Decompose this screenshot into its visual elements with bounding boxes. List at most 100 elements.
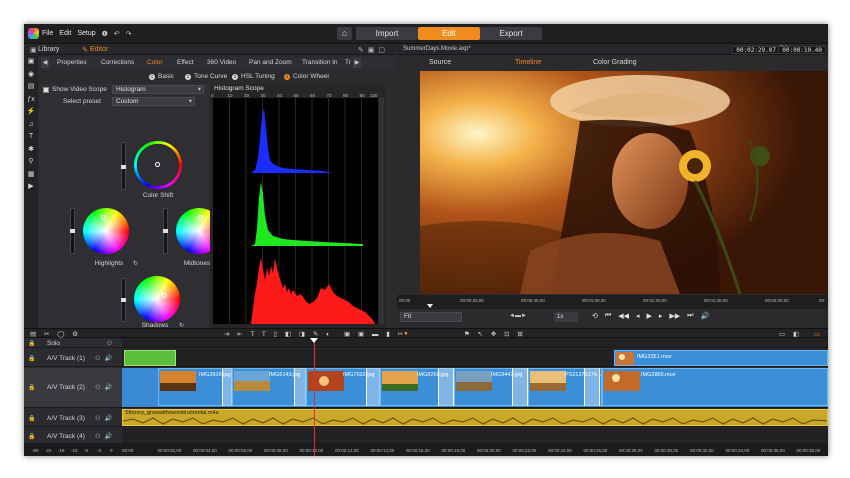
lock-icon[interactable]: 🔒: [28, 340, 35, 347]
tab-timeline[interactable]: Timeline: [515, 59, 541, 66]
home-icon[interactable]: ⌂: [337, 27, 352, 40]
color-shift-picker[interactable]: [155, 162, 160, 167]
zoom-fit-select[interactable]: Fit: [400, 312, 462, 322]
tabs-right-arrow-icon[interactable]: ▶: [353, 58, 361, 68]
slider-knob[interactable]: [163, 229, 168, 233]
timeline-edit-tools[interactable]: ⇥ ⇤ T T ▯ ◧ ◨ ✎ ◐: [224, 330, 333, 338]
green-clip[interactable]: [124, 350, 176, 366]
track-header-solo[interactable]: 🔒 Solo ⚇: [24, 338, 122, 348]
panel-tool-icons[interactable]: ✎▣▢: [358, 46, 389, 54]
track-view-audio-icons[interactable]: ⚇🔊: [95, 384, 116, 391]
redo-icon[interactable]: ↷: [126, 30, 132, 38]
undo-icon[interactable]: ↶: [114, 30, 120, 38]
midtones-picker[interactable]: [198, 215, 203, 220]
tab-color[interactable]: Color: [147, 59, 163, 66]
tab-effect[interactable]: Effect: [177, 59, 194, 66]
preset-select[interactable]: Custom: [112, 97, 195, 106]
track-view-audio-icons[interactable]: ⚇🔊: [95, 433, 116, 440]
edit-tab[interactable]: Edit: [418, 27, 480, 40]
export-arrow-icon[interactable]: ▶: [24, 181, 38, 194]
show-video-scope-row[interactable]: Show Video Scope: [43, 86, 107, 93]
shadows-slider[interactable]: [121, 278, 126, 322]
track-lane-av-3[interactable]: Sthoory_growwithmeinstrumental.m4a: [122, 409, 828, 427]
midtones-slider[interactable]: [163, 208, 168, 254]
video-preview[interactable]: [420, 71, 828, 294]
track-view-audio-icons[interactable]: ⚇🔊: [95, 415, 116, 422]
editor-tab[interactable]: Editor: [90, 46, 108, 53]
tab-properties[interactable]: Properties: [57, 59, 87, 66]
go-to-start-icon[interactable]: ⏮: [605, 312, 611, 320]
subtab-basic[interactable]: 1 Basic: [149, 73, 174, 80]
highlights-picker[interactable]: [101, 215, 106, 220]
timeline-playhead[interactable]: [314, 338, 315, 456]
timeline-marker-icon[interactable]: ●: [404, 330, 411, 337]
media-icon[interactable]: ▤: [24, 81, 38, 94]
tab-source[interactable]: Source: [429, 59, 451, 66]
track-view-audio-icons[interactable]: ⚇🔊: [95, 355, 116, 362]
transition-marker[interactable]: [512, 368, 528, 406]
timeline-clip[interactable]: IMG3916.jpg: [158, 368, 232, 406]
export-tab[interactable]: Export: [480, 27, 542, 40]
track-lane-av-4[interactable]: [122, 428, 828, 444]
timeline-view-active-icon[interactable]: ▭: [814, 330, 823, 338]
library-tab[interactable]: Library: [38, 46, 59, 53]
slider-knob[interactable]: [70, 229, 75, 233]
current-timecode[interactable]: 00:00:10.40: [778, 46, 826, 54]
frame-forward-icon[interactable]: ▸: [659, 312, 663, 320]
subtab-tone-curve[interactable]: 2 Tone Curve: [185, 73, 227, 80]
timeline-ruler[interactable]: -60 -22 -16 -10 -6 -3 0 00:00 00:00:02,00 00:00:…: [24, 444, 828, 456]
shadows-wheel[interactable]: [134, 276, 180, 322]
tabs-left-arrow-icon[interactable]: ◀: [41, 58, 49, 68]
title-icon[interactable]: T: [24, 131, 38, 144]
tab-transition-out[interactable]: Tr: [345, 59, 351, 66]
timeline-clip[interactable]: IMG2865.mov: [602, 368, 828, 406]
subtab-color-wheel[interactable]: 4 Color Wheel: [284, 73, 329, 80]
highlights-slider[interactable]: [70, 208, 75, 254]
track-lane-av-1[interactable]: IMG3351.mov: [122, 349, 828, 367]
montage-icon[interactable]: ▦: [24, 169, 38, 182]
lock-icon[interactable]: 🔒: [28, 384, 35, 391]
track-lane-av-2[interactable]: IMG3916.jpg IMG6143.jpg IMG7032.jpg IMG8…: [122, 368, 828, 408]
play-icon[interactable]: ▶: [646, 312, 651, 320]
timeline-snap-tools[interactable]: ⚑ ↖ ✥ ⊡ ⊞: [464, 330, 526, 338]
lock-icon[interactable]: 🔒: [28, 415, 35, 422]
track-header-av-1[interactable]: 🔒 A/V Track (1) ⚇🔊: [24, 349, 122, 367]
shadows-picker[interactable]: [162, 293, 167, 298]
color-icon[interactable]: ◉: [24, 69, 38, 82]
tab-360-video[interactable]: 360 Video: [207, 59, 236, 66]
timeline-clip[interactable]: IMG3351.mov: [614, 350, 828, 366]
solo-track-icons[interactable]: ⚇: [107, 340, 116, 347]
tab-transition-in[interactable]: Transition In: [302, 59, 338, 66]
video-editor-icon[interactable]: ▣: [24, 56, 38, 69]
transitions-icon[interactable]: ⚡: [24, 106, 38, 119]
effects-fx-icon[interactable]: ƒx: [24, 94, 38, 107]
scrubber-handle[interactable]: [427, 304, 433, 308]
subtab-hsl-tuning[interactable]: 3 HSL Tuning: [232, 73, 275, 80]
highlights-reset-icon[interactable]: ↻: [133, 260, 138, 267]
step-forward-icon[interactable]: ▶▶: [669, 312, 680, 320]
show-video-scope-checkbox[interactable]: [43, 86, 49, 93]
track-lane-solo[interactable]: [122, 338, 828, 348]
timeline-view-tools[interactable]: ▭ ◧: [779, 330, 802, 338]
lock-icon[interactable]: 🔒: [28, 433, 35, 440]
step-back-icon[interactable]: ◀◀: [618, 312, 629, 320]
volume-icon[interactable]: 🔊: [700, 312, 709, 320]
slider-knob[interactable]: [121, 165, 126, 169]
transition-marker[interactable]: [438, 368, 454, 406]
histogram-scrollbar[interactable]: [379, 98, 384, 324]
go-to-end-icon[interactable]: ⏭: [687, 312, 693, 320]
track-header-av-4[interactable]: 🔒 A/V Track (4) ⚇🔊: [24, 428, 122, 444]
timeline-left-tools[interactable]: ▤ ✂ ◯ ⚙: [30, 330, 81, 338]
lock-icon[interactable]: 🔒: [28, 355, 35, 362]
timeline-marker-tools[interactable]: ▣ ▣ ▬ ▮ ✂: [344, 330, 406, 338]
playback-speed[interactable]: 1x: [554, 312, 578, 322]
help-icon[interactable]: ❶: [102, 30, 108, 38]
preview-scrubber[interactable]: 00:00 00:00:20,00 00:00:40,00 00:01:00,00 00…: [397, 295, 828, 309]
track-header-av-3[interactable]: 🔒 A/V Track (3) ⚇🔊: [24, 409, 122, 427]
menu-file[interactable]: File: [42, 30, 53, 38]
scope-type-select[interactable]: Histogram: [112, 85, 204, 94]
playhead-handle[interactable]: [310, 338, 318, 343]
audio-clip[interactable]: Sthoory_growwithmeinstrumental.m4a: [122, 409, 828, 426]
tab-corrections[interactable]: Corrections: [101, 59, 134, 66]
color-shift-ring[interactable]: [134, 141, 182, 189]
